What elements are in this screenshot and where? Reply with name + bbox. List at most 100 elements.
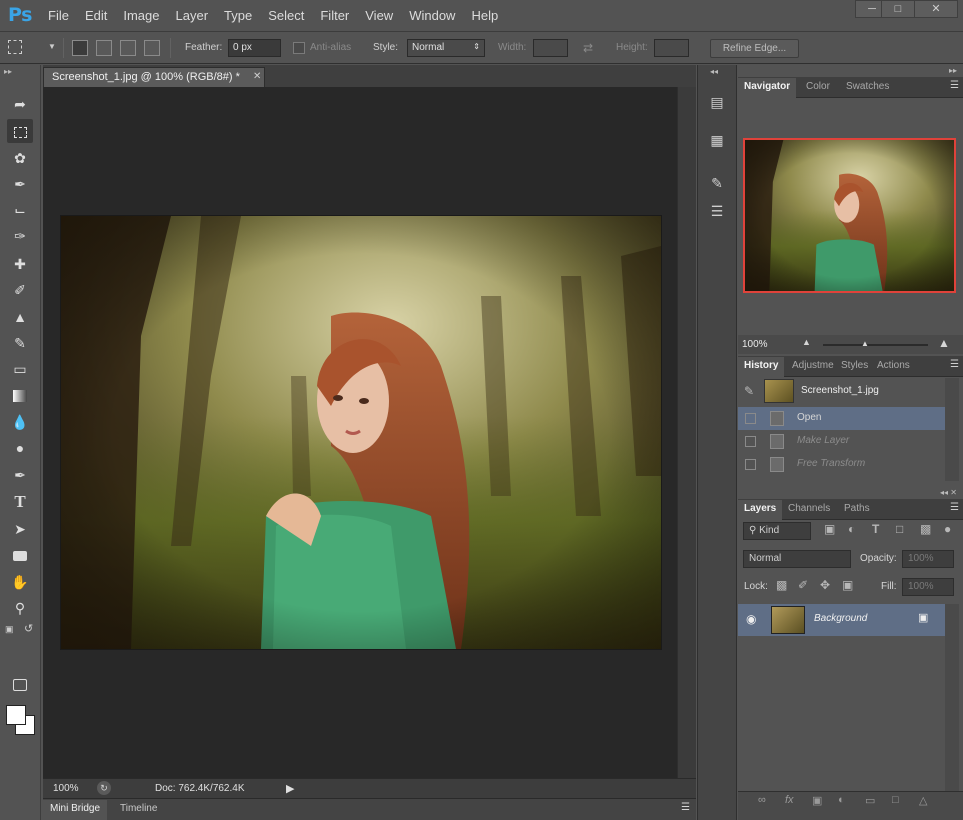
tab-styles[interactable]: Styles — [835, 357, 874, 377]
blend-mode-select[interactable]: Normal — [743, 550, 851, 568]
antialias-checkbox[interactable] — [293, 42, 305, 54]
panel-menu-icon[interactable]: ☰ — [681, 802, 690, 813]
tab-color[interactable]: Color — [800, 78, 836, 98]
clone-stamp-icon[interactable]: ▲ — [7, 305, 33, 329]
tool-presets-icon[interactable]: ☰ — [705, 199, 729, 223]
eyedropper-icon[interactable]: ✑ — [7, 224, 33, 248]
vertical-scrollbar[interactable] — [677, 87, 696, 778]
tab-adjustments[interactable]: Adjustme — [786, 357, 840, 377]
lock-image-icon[interactable]: ✐ — [798, 578, 808, 592]
crop-icon[interactable]: ⌙ — [7, 198, 33, 222]
fill-input[interactable]: 100% — [902, 578, 954, 596]
filter-toggle-icon[interactable]: ● — [944, 522, 951, 536]
history-scrollbar[interactable] — [945, 378, 959, 481]
pen-icon[interactable]: ✒ — [7, 463, 33, 487]
menu-image[interactable]: Image — [115, 0, 167, 32]
tab-layers[interactable]: Layers — [738, 500, 783, 520]
menu-file[interactable]: File — [40, 0, 77, 32]
visibility-eye-icon[interactable]: ◉ — [746, 612, 756, 626]
menu-window[interactable]: Window — [401, 0, 463, 32]
tab-paths[interactable]: Paths — [838, 500, 876, 520]
zoom-level[interactable]: 100% — [53, 783, 79, 794]
add-mask-icon[interactable]: ▣ — [812, 794, 822, 807]
swap-icon[interactable]: ⇄ — [583, 41, 593, 55]
healing-brush-icon[interactable]: ✚ — [7, 252, 33, 276]
brush-icon[interactable]: ✐ — [7, 278, 33, 302]
menu-filter[interactable]: Filter — [312, 0, 357, 32]
filter-shape-icon[interactable]: □ — [896, 522, 903, 536]
menu-help[interactable]: Help — [463, 0, 506, 32]
navigator-preview[interactable] — [743, 138, 956, 293]
layer-name[interactable]: Background — [814, 613, 867, 624]
opacity-input[interactable]: 100% — [902, 550, 954, 568]
new-selection-button[interactable] — [72, 40, 88, 56]
filter-type-icon[interactable]: T — [872, 522, 879, 536]
status-menu-icon[interactable]: ▶ — [286, 782, 294, 795]
menu-view[interactable]: View — [357, 0, 401, 32]
delete-layer-icon[interactable]: △ — [919, 794, 927, 807]
histogram-icon[interactable]: ▤ — [705, 90, 729, 114]
lock-all-icon[interactable]: ▣ — [842, 578, 853, 592]
marquee-icon[interactable] — [7, 119, 33, 143]
blur-icon[interactable]: 💧 — [7, 410, 33, 434]
menu-layer[interactable]: Layer — [168, 0, 217, 32]
height-input[interactable] — [654, 39, 689, 57]
tab-mini-bridge[interactable]: Mini Bridge — [43, 800, 108, 820]
collapse-icon[interactable]: ◂◂ ✕ — [940, 488, 957, 497]
lock-transparent-icon[interactable]: ▩ — [776, 578, 787, 592]
tab-history[interactable]: History — [738, 357, 785, 377]
tab-swatches[interactable]: Swatches — [840, 78, 895, 98]
collapse-icon[interactable]: ◂◂ — [710, 67, 718, 76]
maximize-icon[interactable]: □ — [881, 0, 915, 18]
link-layers-icon[interactable]: ∞ — [758, 794, 766, 806]
document-tab[interactable]: Screenshot_1.jpg @ 100% (RGB/8#) * ✕ — [43, 67, 265, 87]
menu-edit[interactable]: Edit — [77, 0, 115, 32]
subtract-selection-button[interactable] — [120, 40, 136, 56]
tab-channels[interactable]: Channels — [782, 500, 836, 520]
panel-menu-icon[interactable]: ☰ — [950, 359, 959, 370]
default-colors-icon[interactable]: ▣ — [5, 624, 14, 635]
brush-presets-icon[interactable]: ✎ — [705, 171, 729, 195]
history-brush-icon[interactable]: ✎ — [7, 331, 33, 355]
zoom-in-icon[interactable]: ▲ — [938, 336, 950, 350]
fx-icon[interactable]: fx — [785, 794, 794, 806]
foreground-color-swatch[interactable] — [6, 705, 26, 725]
history-brush-source-icon[interactable]: ✎ — [744, 384, 754, 398]
quick-selection-icon[interactable]: ✒ — [7, 172, 33, 196]
swap-colors-icon[interactable]: ↺ — [24, 622, 33, 635]
refine-edge-button[interactable]: Refine Edge... — [710, 39, 799, 58]
tab-actions[interactable]: Actions — [871, 357, 916, 377]
marquee-preset-icon[interactable] — [8, 40, 22, 54]
collapse-icon[interactable]: ▸▸ — [4, 67, 12, 76]
zoom-out-icon[interactable]: ▲ — [802, 337, 811, 347]
zoom-slider-thumb[interactable]: ▲ — [861, 339, 869, 348]
width-input[interactable] — [533, 39, 568, 57]
quick-mask-icon[interactable] — [7, 672, 33, 696]
menu-type[interactable]: Type — [216, 0, 260, 32]
close-icon[interactable]: ✕ — [914, 0, 958, 18]
filter-smart-object-icon[interactable]: ▩ — [920, 522, 931, 536]
lock-position-icon[interactable]: ✥ — [820, 578, 830, 592]
history-checkbox[interactable] — [745, 459, 756, 470]
intersect-selection-button[interactable] — [144, 40, 160, 56]
info-panel-icon[interactable]: ▦ — [705, 128, 729, 152]
tab-timeline[interactable]: Timeline — [113, 800, 164, 820]
preset-dropdown-icon[interactable]: ▼ — [48, 42, 56, 51]
history-checkbox[interactable] — [745, 413, 756, 424]
eraser-icon[interactable]: ▭ — [7, 357, 33, 381]
hand-icon[interactable]: ✋ — [7, 570, 33, 594]
dodge-icon[interactable]: ● — [7, 436, 33, 460]
history-step[interactable]: Open — [738, 407, 945, 430]
layer-row[interactable]: ◉ Background ▣ — [738, 604, 945, 636]
navigator-zoom-value[interactable]: 100% — [742, 339, 768, 350]
panel-menu-icon[interactable]: ☰ — [950, 80, 959, 91]
feather-input[interactable]: 0 px — [228, 39, 281, 57]
tab-navigator[interactable]: Navigator — [738, 78, 797, 98]
layer-filter-select[interactable]: ⚲ Kind — [743, 522, 811, 540]
zoom-slider[interactable] — [823, 344, 928, 346]
path-selection-icon[interactable]: ➤ — [7, 517, 33, 541]
filter-image-icon[interactable]: ▣ — [824, 522, 835, 536]
history-step[interactable]: Make Layer — [738, 430, 945, 453]
close-tab-icon[interactable]: ✕ — [253, 71, 261, 82]
new-layer-icon[interactable]: □ — [892, 794, 899, 806]
